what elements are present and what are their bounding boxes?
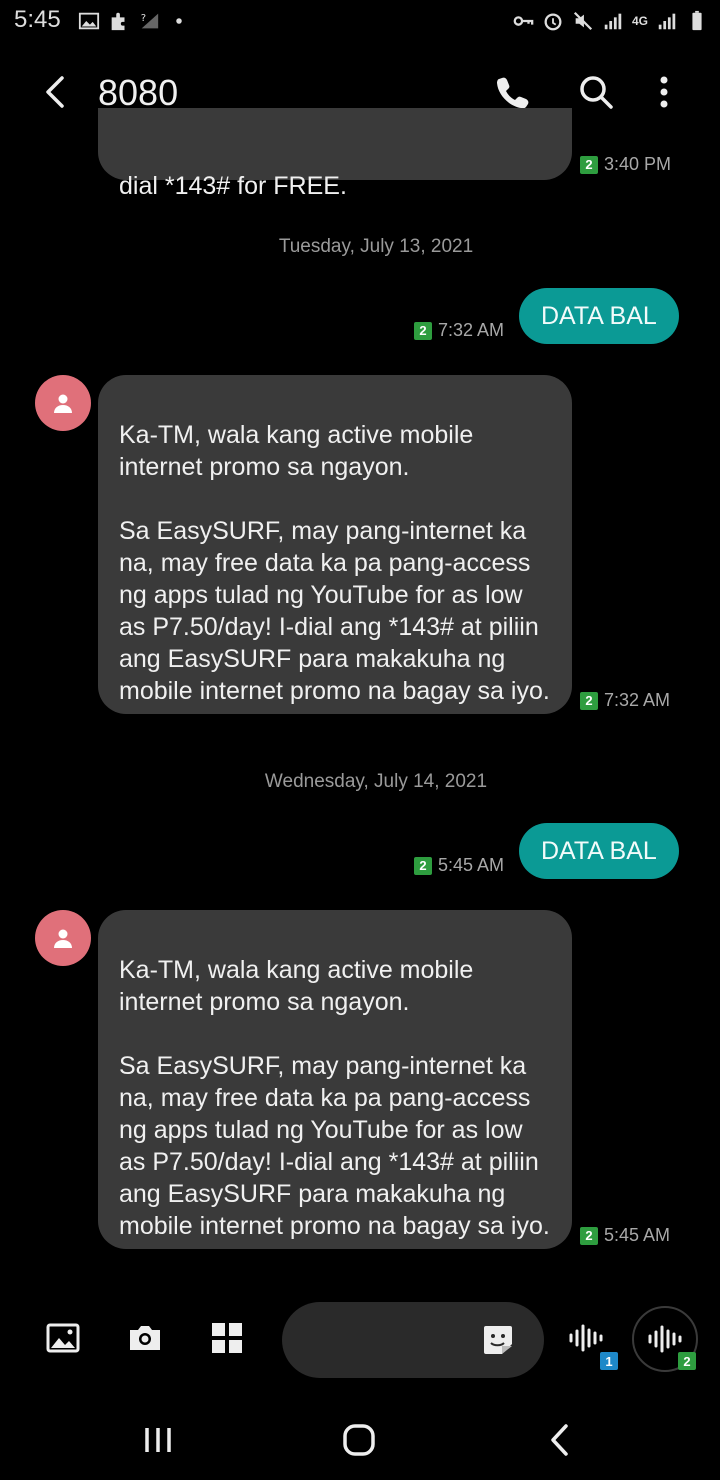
mute-icon	[573, 11, 593, 31]
date-separator: Tuesday, July 13, 2021	[278, 236, 474, 257]
back-arrow-icon[interactable]	[34, 70, 78, 114]
more-options-icon[interactable]	[644, 70, 684, 114]
message-text: Ka-TM, wala kang active mobile internet …	[119, 421, 550, 705]
apps-grid-icon[interactable]	[209, 1320, 245, 1356]
message-time: 3:40 PM	[604, 154, 672, 174]
incoming-message[interactable]: Ka-TM, wala kang active mobile internet …	[98, 375, 572, 714]
recent-apps-icon[interactable]	[136, 1418, 180, 1462]
status-bar: 5:45 ? 4G	[0, 0, 720, 44]
sticker-icon[interactable]	[480, 1322, 516, 1358]
svg-text:?: ?	[141, 13, 146, 24]
message-time: 7:32 AM	[604, 690, 671, 710]
avatar[interactable]	[35, 375, 91, 431]
message-meta: 2 5:45 AM	[414, 855, 504, 876]
status-time: 5:45	[14, 6, 61, 33]
dot-icon	[176, 18, 182, 24]
message-meta: 2 5:45 AM	[580, 1225, 670, 1246]
outgoing-message[interactable]: DATA BAL	[519, 288, 679, 344]
voice-message-sim1-button[interactable]: 1	[566, 1318, 618, 1370]
message-meta: 2 3:40 PM	[580, 154, 671, 175]
message-text: DATA BAL	[541, 837, 657, 865]
battery-icon	[692, 10, 702, 31]
avatar[interactable]	[35, 910, 91, 966]
incoming-message[interactable]: Ka-TM, wala kang active mobile internet …	[98, 910, 572, 1249]
outgoing-message[interactable]: DATA BAL	[519, 823, 679, 879]
vpn-key-icon	[513, 16, 534, 26]
message-text: Ka-TM, wala kang active mobile internet …	[119, 956, 550, 1240]
home-icon[interactable]	[337, 1418, 381, 1462]
camera-icon[interactable]	[127, 1320, 163, 1356]
no-signal-icon: ?	[141, 13, 159, 29]
sim2-badge: 2	[678, 1352, 696, 1370]
incoming-message[interactable]: dial *143# for FREE.	[98, 108, 572, 200]
composer-bar: 1 2	[0, 1296, 720, 1386]
sim-badge: 2	[414, 321, 432, 340]
network-4g-label: 4G	[631, 14, 648, 28]
gallery-icon[interactable]	[45, 1320, 81, 1356]
message-text: dial *143# for FREE.	[119, 172, 347, 200]
message-time: 5:45 AM	[604, 1225, 671, 1245]
signal-icon	[658, 13, 676, 30]
back-nav-icon[interactable]	[538, 1418, 582, 1462]
message-text: DATA BAL	[541, 302, 657, 330]
message-time: 5:45 AM	[438, 855, 505, 875]
system-nav-bar	[0, 1400, 720, 1480]
message-meta: 2 7:32 AM	[414, 320, 504, 341]
sim-badge: 2	[580, 1226, 598, 1245]
date-separator: Wednesday, July 14, 2021	[264, 771, 488, 792]
voice-message-sim2-button[interactable]: 2	[632, 1306, 698, 1372]
person-icon	[54, 394, 72, 413]
gallery-icon	[78, 12, 100, 30]
alarm-icon	[544, 13, 562, 31]
sim-badge: 2	[580, 155, 598, 174]
puzzle-icon	[111, 12, 125, 31]
sim-badge: 2	[580, 691, 598, 710]
search-icon[interactable]	[574, 70, 618, 114]
message-meta: 2 7:32 AM	[580, 690, 670, 711]
person-icon	[54, 929, 72, 948]
signal-icon	[604, 13, 622, 30]
message-time: 7:32 AM	[438, 320, 505, 340]
sim1-badge: 1	[600, 1352, 618, 1370]
sim-badge: 2	[414, 856, 432, 875]
